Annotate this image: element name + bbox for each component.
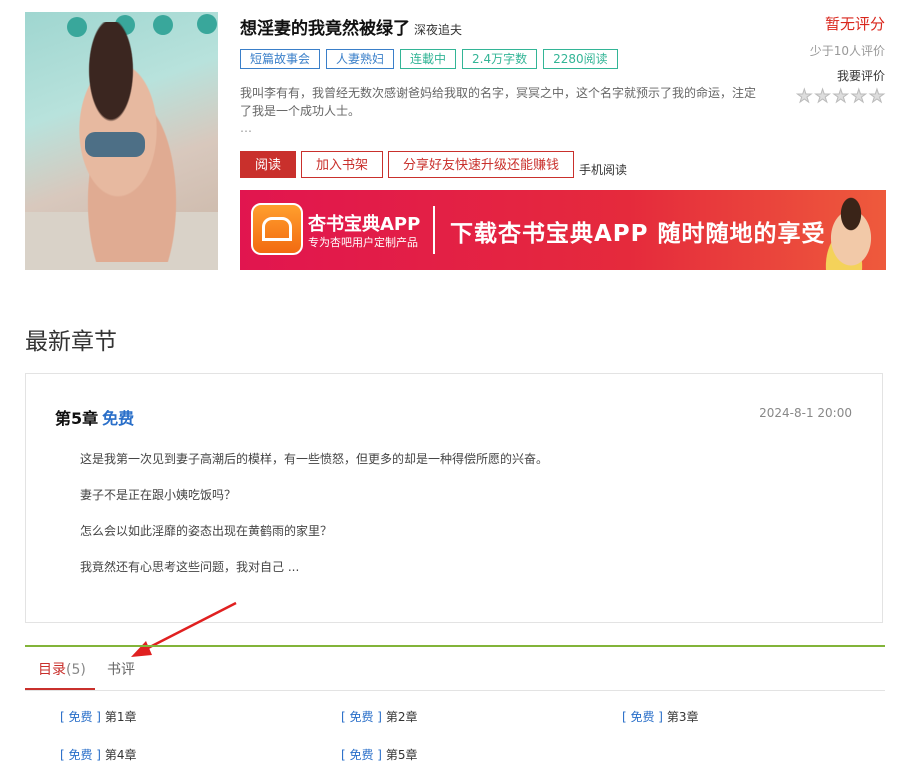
chapter-paragraph: 我竟然还有心思考这些问题，我对自己 ... <box>80 560 300 574</box>
banner-divider <box>433 206 435 254</box>
latest-chapter-card: 第5章 免费 2024-8-1 20:00 这是我第一次见到妻子高潮后的模样，有一… <box>25 373 883 623</box>
tag-subcategory[interactable]: 人妻熟妇 <box>326 49 395 69</box>
banner-app-name: 杏书宝典APP <box>308 214 421 235</box>
chapter-title[interactable]: 第5章 <box>55 409 98 428</box>
toc-chapter-name[interactable]: 第5章 <box>386 748 418 762</box>
chapter-date: 2024-8-1 20:00 <box>759 406 852 420</box>
add-to-shelf-button[interactable]: 加入书架 <box>301 151 384 178</box>
book-title-text: 想淫妻的我竟然被绿了 <box>240 19 410 39</box>
toc-free-tag: [ 免费 ] <box>60 748 101 762</box>
star-icon[interactable]: ★ <box>868 87 885 106</box>
rating-status: 暂无评分 <box>824 15 885 33</box>
chapter-heading[interactable]: 第5章 免费 <box>55 405 134 429</box>
free-badge: 免费 <box>102 409 135 428</box>
rating-count-note: 少于10人评价 <box>809 44 885 58</box>
book-title: 想淫妻的我竟然被绿了 深夜追夫 <box>240 14 462 39</box>
book-tags: 短篇故事会 人妻熟妇 连載中 2.4万字数 2280阅读 <box>240 49 618 69</box>
toc-free-tag: [ 免费 ] <box>341 748 382 762</box>
star-icon[interactable]: ★ <box>850 87 867 106</box>
toc-free-tag: [ 免费 ] <box>622 710 663 724</box>
tab-reviews[interactable]: 书评 <box>107 659 135 679</box>
banner-model-image <box>816 190 886 270</box>
toc-item[interactable]: [ 免费 ] 第3章 <box>622 708 698 725</box>
chapter-paragraph: 妻子不是正在跟小姨吃饭吗？ <box>80 488 237 502</box>
section-title-latest: 最新章节 <box>25 329 117 355</box>
toc-item[interactable]: [ 免费 ] 第5章 <box>341 746 417 763</box>
read-button[interactable]: 阅读 <box>240 151 297 178</box>
tab-bar: 目录(5) 书评 <box>25 647 885 691</box>
star-icon[interactable]: ★ <box>832 87 849 106</box>
toc-item[interactable]: [ 免费 ] 第2章 <box>341 708 417 725</box>
toc-free-tag: [ 免费 ] <box>60 710 101 724</box>
toc-chapter-name[interactable]: 第4章 <box>105 748 137 762</box>
mobile-read-link[interactable]: 手机阅读 <box>579 162 627 178</box>
toc-chapter-name[interactable]: 第2章 <box>386 710 418 724</box>
rate-label: 我要评价 <box>836 69 885 83</box>
star-icon[interactable]: ★ <box>796 87 813 106</box>
app-logo-icon <box>251 203 303 255</box>
tab-active-indicator <box>25 688 95 690</box>
tab-toc-label: 目录 <box>38 662 66 678</box>
book-description: 我叫李有有，我曾经无数次感谢爸妈给我取的名字，冥冥之中，这个名字就预示了我的命运… <box>240 86 757 118</box>
toc-item[interactable]: [ 免费 ] 第1章 <box>60 708 136 725</box>
app-download-banner[interactable]: 杏书宝典APP 专为杏吧用户定制产品 下载杏书宝典APP 随时随地的享受 <box>240 190 886 270</box>
star-icon[interactable]: ★ <box>814 87 831 106</box>
tab-toc[interactable]: 目录(5) <box>38 659 86 679</box>
share-button[interactable]: 分享好友快速升级还能赚钱 <box>388 151 575 178</box>
tag-read-count: 2280阅读 <box>543 49 618 69</box>
toc-item[interactable]: [ 免费 ] 第4章 <box>60 746 136 763</box>
tab-toc-count: (5) <box>66 662 86 678</box>
rating-panel: 暂无评分 少于10人评价 我要评价 ★ ★ ★ ★ ★ <box>765 13 886 106</box>
toc-free-tag: [ 免费 ] <box>341 710 382 724</box>
tag-category[interactable]: 短篇故事会 <box>240 49 321 69</box>
author-name[interactable]: 深夜追夫 <box>414 23 462 37</box>
toc-chapter-name[interactable]: 第1章 <box>105 710 137 724</box>
tag-word-count: 2.4万字数 <box>462 49 538 69</box>
book-tabs: 目录(5) 书评 [ 免费 ] 第1章 [ 免费 ] 第2章 [ 免费 ] 第3… <box>25 645 885 777</box>
book-cover-image[interactable] <box>25 12 218 270</box>
banner-app-sub: 专为杏吧用户定制产品 <box>308 236 418 249</box>
banner-slogan: 下载杏书宝典APP 随时随地的享受 <box>450 221 826 247</box>
tag-status: 连載中 <box>400 49 457 69</box>
action-bar: 阅读 加入书架 分享好友快速升级还能赚钱 手机阅读 <box>240 151 627 178</box>
rating-stars: ★ ★ ★ ★ ★ <box>765 87 886 106</box>
chapter-paragraph: 这是我第一次见到妻子高潮后的模样，有一些愤怒，但更多的却是一种得偿所愿的兴奋。 <box>80 452 549 466</box>
toc-chapter-name[interactable]: 第3章 <box>667 710 699 724</box>
chapter-paragraph: 怎么会以如此淫靡的姿态出现在黄鹤雨的家里？ <box>80 524 333 538</box>
description-more: … <box>240 121 252 135</box>
